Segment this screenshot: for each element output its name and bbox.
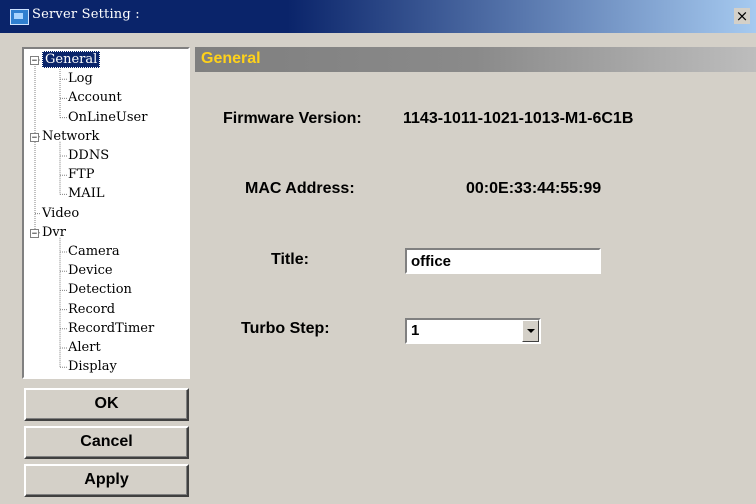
section-header: General (195, 47, 756, 72)
title-label: Title: (271, 251, 309, 268)
tree-item-label: DDNS (68, 148, 110, 163)
tree-item-label: OnLineUser (68, 109, 148, 125)
tree-item-alert[interactable]: Alert (68, 339, 101, 357)
tree-item-label: Detection (68, 282, 132, 298)
tree-item-label: Account (68, 90, 122, 106)
tree-item-account[interactable]: Account (68, 89, 122, 107)
mac-address-label: MAC Address: (245, 180, 355, 197)
tree-item-dvr[interactable]: Dvr (42, 224, 66, 242)
tree-item-label: General (42, 51, 101, 68)
title-bar[interactable]: Server Setting : × (0, 0, 756, 33)
tree-item-display[interactable]: Display (68, 358, 117, 376)
cancel-button[interactable]: Cancel (24, 426, 189, 459)
window-title: Server Setting : (32, 7, 140, 22)
tree-item-label: Display (68, 359, 117, 375)
tree-item-network[interactable]: Network (42, 128, 99, 146)
tree-item-ddns[interactable]: DDNS (68, 147, 109, 165)
tree-item-label: Record (68, 301, 116, 317)
tree-item-log[interactable]: Log (68, 70, 93, 88)
tree-item-recordtimer[interactable]: RecordTimer (68, 320, 154, 338)
chevron-down-icon[interactable] (522, 320, 539, 342)
section-title: General (201, 50, 261, 67)
turbo-step-value: 1 (411, 322, 420, 339)
minus-box-icon[interactable]: − (30, 228, 39, 238)
tree-item-label: MAIL (68, 186, 105, 202)
firmware-version-value: 1143-1011-1021-1013-M1-6C1B (403, 110, 634, 127)
tree-item-label: FTP (68, 167, 95, 183)
tree-item-onlineuser[interactable]: OnLineUser (68, 109, 147, 127)
tree-item-label: Alert (68, 340, 101, 355)
tree-item-detection[interactable]: Detection (68, 281, 132, 299)
server-setting-window: Server Setting : × General − Log Account OnL… (0, 0, 756, 504)
ok-button[interactable]: OK (24, 388, 189, 421)
tree-item-mail[interactable]: MAIL (68, 185, 104, 203)
tree-item-device[interactable]: Device (68, 262, 113, 280)
turbo-step-label: Turbo Step: (241, 320, 330, 337)
tree-item-record[interactable]: Record (68, 301, 115, 319)
close-icon[interactable]: × (734, 8, 750, 24)
tree-item-label: Camera (68, 244, 120, 259)
apply-button[interactable]: Apply (24, 464, 189, 497)
minus-box-icon[interactable]: − (30, 56, 39, 66)
title-input[interactable] (405, 248, 601, 274)
tree-item-ftp[interactable]: FTP (68, 166, 94, 184)
settings-tree[interactable]: General − Log Account OnLineUser Network − DDNS… (22, 47, 190, 379)
tree-item-label: Dvr (42, 224, 66, 240)
firmware-version-label: Firmware Version: (223, 110, 362, 127)
tree-item-label: Video (42, 205, 80, 221)
tree-item-video[interactable]: Video (42, 205, 79, 223)
tree-item-label: Log (68, 71, 93, 87)
turbo-step-select[interactable]: 1 (405, 318, 541, 344)
minus-box-icon[interactable]: − (30, 132, 39, 142)
mac-address-value: 00:0E:33:44:55:99 (466, 180, 602, 197)
tree-item-label: RecordTimer (68, 320, 155, 336)
tree-item-label: Device (68, 263, 113, 279)
tree-item-general[interactable]: General (42, 51, 101, 69)
tree-item-camera[interactable]: Camera (68, 243, 120, 261)
tree-item-label: Network (42, 128, 100, 144)
app-window-icon (10, 9, 29, 25)
